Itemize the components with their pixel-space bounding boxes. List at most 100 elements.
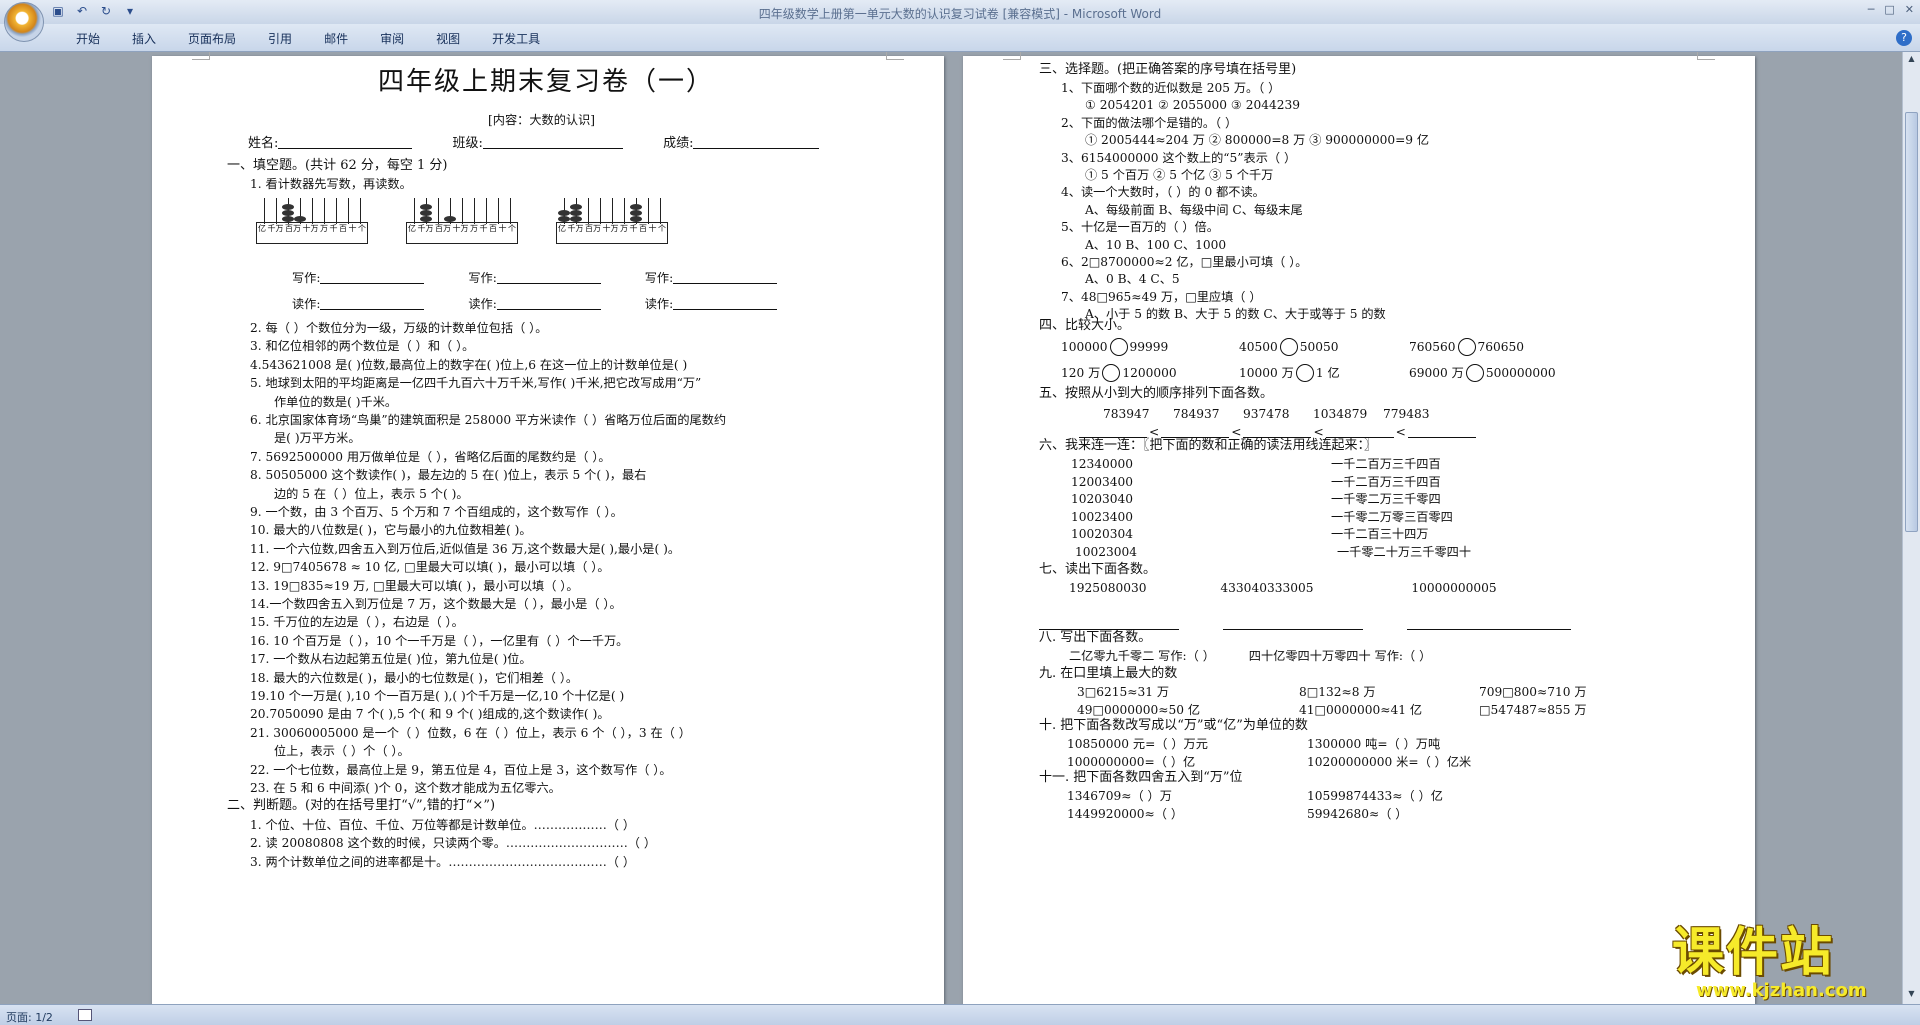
choice-options: A、0 B、4 C、5 — [1085, 272, 1180, 287]
answer-blank[interactable] — [496, 298, 601, 310]
abacus-label: 十 — [498, 224, 507, 233]
abacus-label: 百 — [639, 224, 647, 233]
name-blank[interactable] — [278, 137, 413, 149]
compare-circle[interactable] — [1295, 364, 1314, 382]
abacus-label: 百 — [339, 224, 347, 233]
tab-review[interactable]: 审阅 — [364, 30, 420, 47]
compare-item: 760560 760650 — [1409, 338, 1524, 356]
abacus-label: 亿 — [408, 224, 416, 233]
abacus-rod — [498, 198, 499, 224]
close-icon[interactable]: ✕ — [1905, 3, 1914, 16]
tab-page-layout[interactable]: 页面布局 — [172, 30, 252, 47]
tab-mailings[interactable]: 邮件 — [308, 30, 364, 47]
compare-circle[interactable] — [1109, 338, 1128, 356]
write-numbers-row: 二亿零九千零二 写作:（ ） 四十亿零四十万零四十 写作:（ ） — [1069, 648, 1431, 664]
tab-references[interactable]: 引用 — [252, 30, 308, 47]
read-label: 读作: — [468, 297, 497, 311]
choice-options: A、每级前面 B、每级中间 C、每级末尾 — [1085, 202, 1303, 217]
abacus-bead — [630, 204, 642, 210]
abacus-bead — [558, 210, 570, 216]
answer-blank[interactable] — [1161, 426, 1230, 438]
margin-mark — [1697, 52, 1715, 60]
fill-max-item: 49□0000000≈50 亿 — [1077, 703, 1201, 717]
compare-circle[interactable] — [1102, 364, 1121, 382]
answer-blank[interactable] — [673, 272, 778, 284]
maximize-icon[interactable]: □ — [1884, 3, 1894, 16]
question-line: 20.7050090 是由 7 个( ),5 个( 和 9 个( )组成的,这个… — [250, 707, 610, 722]
match-number: 10020304 — [1071, 527, 1134, 541]
abacus-bead — [558, 216, 570, 222]
answer-blank[interactable] — [1406, 618, 1571, 630]
answer-blank[interactable] — [1243, 426, 1312, 438]
less-than-sign: < — [1395, 425, 1406, 439]
abacus-bead — [570, 216, 582, 222]
minimize-icon[interactable]: ─ — [1868, 3, 1875, 16]
compare-circle[interactable] — [1457, 338, 1476, 356]
answer-blank[interactable] — [1407, 426, 1476, 438]
abacus-rod — [276, 198, 277, 224]
answer-blank[interactable] — [1222, 618, 1363, 630]
compare-circle[interactable] — [1279, 338, 1298, 356]
vertical-scrollbar[interactable]: ▲ ▼ — [1902, 52, 1920, 1004]
tab-insert[interactable]: 插入 — [116, 30, 172, 47]
abacus-counter: 亿千万 百万 十万万千百十个 — [556, 198, 668, 244]
score-blank[interactable] — [693, 137, 820, 149]
margin-mark — [1003, 52, 1021, 60]
tab-home[interactable]: 开始 — [60, 30, 116, 47]
abacus-label: 十万 — [302, 224, 319, 233]
ribbon-tabs-bar: 开始 插入 页面布局 引用 邮件 审阅 视图 开发工具 ? — [0, 24, 1920, 52]
document-workspace: 四年级上期末复习卷（一） [内容：大数的认识] 姓名: 班级: 成绩: 一、填空… — [0, 52, 1902, 1004]
tab-view[interactable]: 视图 — [420, 30, 476, 47]
compare-item: 40500 50050 — [1239, 338, 1339, 356]
compare-circle[interactable] — [1465, 364, 1484, 382]
answer-blank[interactable] — [496, 272, 601, 284]
abacus-label: 千万 — [417, 224, 434, 233]
page-indicator[interactable]: 页面: 1/2 — [6, 1009, 53, 1025]
round-item: 1449920000≈（ ） — [1067, 807, 1184, 821]
scroll-up-icon[interactable]: ▲ — [1905, 54, 1918, 67]
help-icon[interactable]: ? — [1896, 30, 1912, 46]
question-line: 19.10 个一万是( ),10 个一百万是( ),( )个千万是一亿,10 个… — [250, 689, 625, 703]
choice-question: 6、2□8700000≈2 亿，□里最小可填（ ）。 — [1061, 255, 1308, 269]
abacus-bead — [282, 204, 294, 210]
choice-options: A、10 B、100 C、1000 — [1085, 237, 1227, 252]
office-button[interactable] — [4, 2, 44, 42]
compare-item: 69000 万 500000000 — [1409, 364, 1556, 382]
proofing-icon[interactable] — [78, 1009, 92, 1021]
compare-right: 1 亿 — [1315, 366, 1340, 380]
compare-item: 10000 万 1 亿 — [1239, 364, 1340, 382]
answer-blank[interactable] — [673, 298, 778, 310]
abacus-label: 千 — [479, 224, 488, 233]
name-label: 姓名: — [248, 136, 279, 151]
round-item: 59942680≈（ ） — [1307, 807, 1408, 821]
answer-blank[interactable] — [320, 298, 425, 310]
question-line: 11. 一个六位数,四舍五入到万位后,近似值是 36 万,这个数最大是( ),最… — [250, 541, 681, 556]
tab-developer[interactable]: 开发工具 — [476, 30, 556, 47]
answer-blank[interactable] — [1325, 426, 1394, 438]
scrollbar-thumb[interactable] — [1905, 112, 1918, 532]
window-title: 四年级数学上册第一单元大数的认识复习试卷 [兼容模式] - Microsoft … — [758, 7, 1162, 21]
match-reading: 一千零二十万三千零四十 — [1337, 544, 1472, 559]
read-number: 433040333005 — [1220, 581, 1314, 595]
answer-blank[interactable] — [1079, 426, 1147, 438]
fill-max-item: 8□132≈8 万 — [1299, 685, 1376, 699]
less-than-sign: < — [1313, 425, 1324, 439]
write-label: 写作: — [644, 271, 674, 285]
watermark-url: www.kjzhan.com — [1696, 980, 1867, 1001]
abacus-counter: 亿千万 百万 十万万千百十个 — [256, 198, 368, 244]
abacus-label: 个 — [658, 224, 666, 233]
abacus-rod — [510, 198, 511, 224]
class-blank[interactable] — [482, 137, 623, 149]
page-2[interactable]: 三、选择题。(把正确答案的序号填在括号里) 1、下面哪个数的近似数是 205 万… — [963, 52, 1755, 1004]
question-line: 作单位的数是( )千米。 — [274, 394, 398, 409]
abacus-bead — [630, 216, 642, 222]
read-number: 10000000005 — [1411, 581, 1497, 595]
answer-blank[interactable] — [1039, 618, 1179, 630]
choice-question: 2、下面的做法哪个是错的。（ ） — [1061, 115, 1238, 130]
abacus-label: 百万 — [585, 224, 601, 233]
page-1[interactable]: 四年级上期末复习卷（一） [内容：大数的认识] 姓名: 班级: 成绩: 一、填空… — [152, 52, 944, 1004]
answer-blank[interactable] — [320, 272, 425, 284]
match-number: 10023400 — [1071, 509, 1134, 524]
question-line: 13. 19□835≈19 万, □里最大可以填( )，最小可以填（ ）。 — [250, 578, 579, 593]
abacus-label: 百万 — [285, 224, 301, 233]
